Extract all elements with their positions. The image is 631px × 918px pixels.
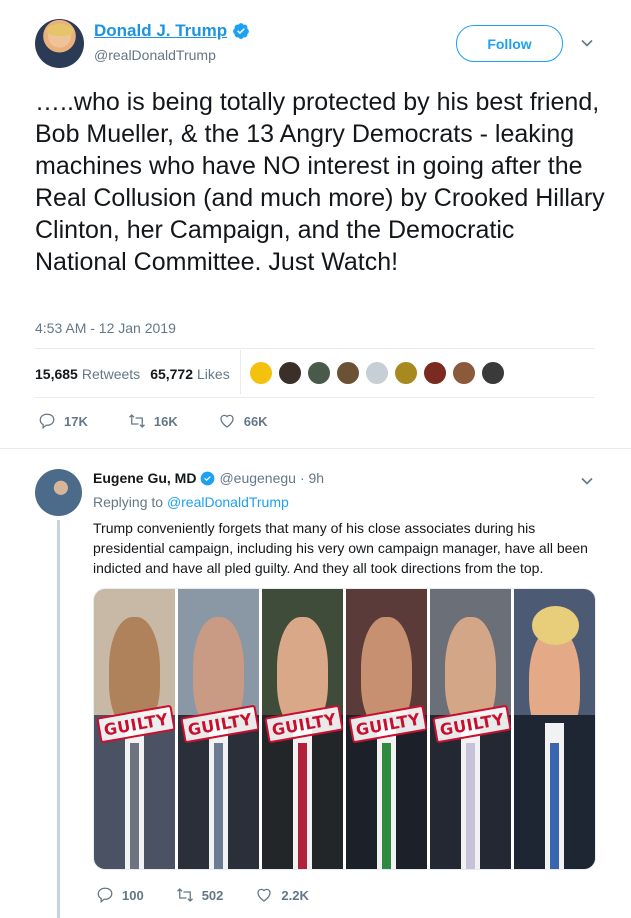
reply-count: 100	[122, 887, 144, 903]
reply-button[interactable]: 17K	[38, 412, 88, 430]
replying-to: Replying to @realDonaldTrump	[93, 494, 289, 510]
reply-actions: 100 502 2.2K	[96, 886, 341, 904]
author-name[interactable]: Donald J. Trump	[94, 21, 227, 41]
media-panel: GUILTY	[94, 589, 175, 869]
reply-time[interactable]: · 9h	[300, 470, 324, 486]
reply-media[interactable]: GUILTY GUILTY GUILTY GUILTY GUILTY	[93, 588, 596, 870]
media-panel: GUILTY	[346, 589, 427, 869]
heart-icon	[220, 414, 234, 428]
replying-to-link[interactable]: @realDonaldTrump	[167, 494, 289, 510]
tweet-actions: 17K 16K 66K	[38, 412, 308, 430]
divider	[0, 448, 631, 449]
default-avatar[interactable]	[365, 361, 389, 385]
media-panel: GUILTY	[262, 589, 343, 869]
media-panel: GUILTY	[430, 589, 511, 869]
reply-icon	[39, 413, 55, 430]
like-button[interactable]: 66K	[218, 412, 268, 430]
avatar[interactable]	[35, 19, 84, 68]
retweets-count[interactable]: 15,685	[35, 366, 78, 382]
reply-button[interactable]: 100	[96, 886, 144, 904]
media-panel: GUILTY	[178, 589, 259, 869]
like-button[interactable]: 2.2K	[255, 886, 309, 904]
emoji-avatar[interactable]	[249, 361, 273, 385]
replying-prefix: Replying to	[93, 494, 164, 510]
reply-author-name[interactable]: Eugene Gu, MD	[93, 470, 196, 486]
like-count: 2.2K	[281, 887, 309, 903]
liker-avatars	[249, 361, 510, 385]
author-handle[interactable]: @realDonaldTrump	[94, 47, 216, 63]
chevron-down-icon[interactable]	[581, 475, 593, 487]
author-row: Donald J. Trump	[94, 21, 250, 41]
follow-button[interactable]: Follow	[456, 25, 563, 62]
retweet-count: 502	[201, 887, 224, 903]
retweet-button[interactable]: 16K	[128, 412, 178, 430]
reply-count: 17K	[64, 413, 88, 429]
like-count: 66K	[243, 413, 268, 429]
user-avatar[interactable]	[423, 361, 447, 385]
user-avatar[interactable]	[336, 361, 360, 385]
likes-count[interactable]: 65,772	[150, 366, 193, 382]
verified-badge-icon	[201, 471, 215, 485]
user-avatar[interactable]	[481, 361, 505, 385]
user-avatar[interactable]	[278, 361, 302, 385]
thread-line	[57, 520, 60, 918]
reply-text: Trump conveniently forgets that many of …	[93, 520, 588, 576]
tweet-timestamp[interactable]: 4:53 AM - 12 Jan 2019	[35, 320, 176, 336]
retweet-icon	[128, 414, 145, 428]
retweet-button[interactable]: 502	[176, 886, 224, 904]
tweet-text: …..who is being totally protected by his…	[35, 88, 605, 276]
retweet-count: 16K	[153, 413, 178, 429]
avatar[interactable]	[35, 469, 82, 516]
divider	[240, 350, 241, 394]
reply-icon	[97, 887, 113, 904]
retweets-label[interactable]: Retweets	[82, 366, 140, 382]
heart-icon	[257, 888, 272, 902]
retweet-icon	[176, 888, 193, 902]
chevron-down-icon[interactable]	[581, 37, 593, 49]
tweet-stats: 15,685 Retweets 65,772 Likes	[35, 366, 240, 382]
reply-author-handle[interactable]: @eugenegu	[219, 470, 296, 486]
divider	[35, 348, 595, 349]
media-panel	[514, 589, 595, 869]
divider	[35, 397, 595, 398]
user-avatar[interactable]	[452, 361, 476, 385]
user-avatar[interactable]	[394, 361, 418, 385]
verified-badge-icon	[233, 23, 250, 39]
user-avatar[interactable]	[307, 361, 331, 385]
likes-label[interactable]: Likes	[197, 366, 230, 382]
reply-header: Eugene Gu, MD @eugenegu · 9h	[93, 470, 324, 486]
